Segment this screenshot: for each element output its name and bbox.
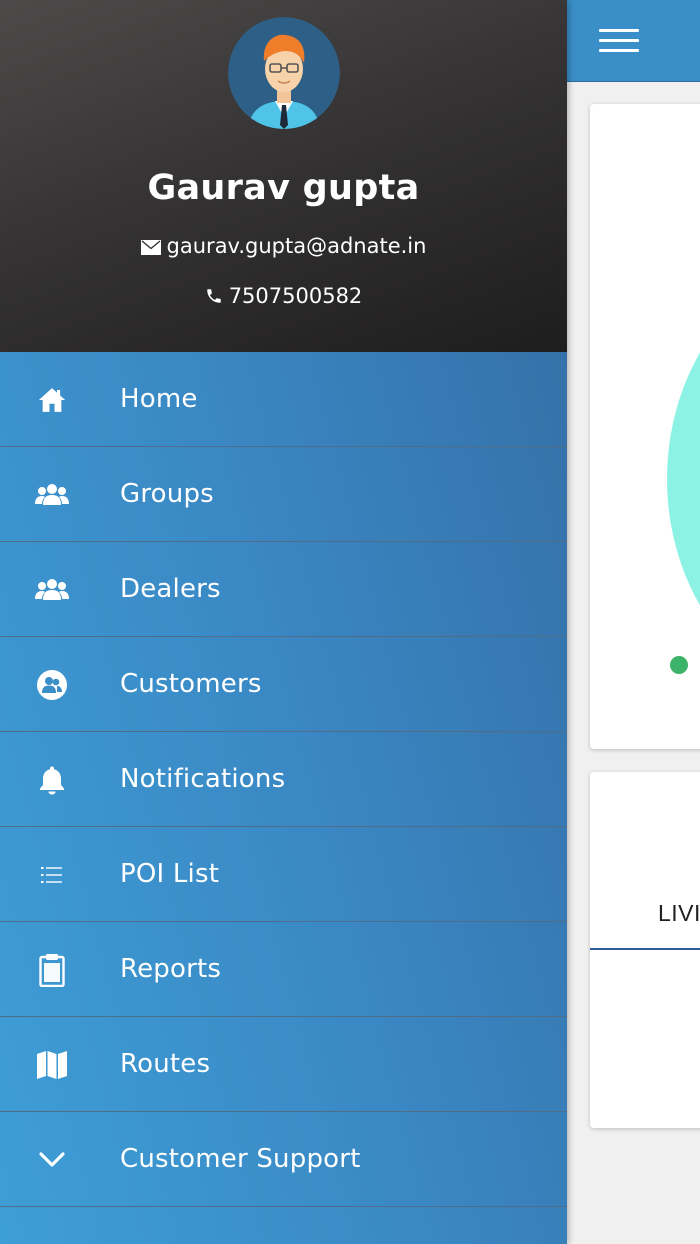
menu-item-customer-support[interactable]: Customer Support [0, 1112, 567, 1207]
profile-phone: 7507500582 [228, 284, 363, 308]
menu-label-groups: Groups [120, 479, 214, 509]
menu-item-poi-list[interactable]: POI List [0, 827, 567, 922]
chart-card [590, 104, 700, 749]
legend-dot [670, 656, 688, 674]
profile-header: Gaurav gupta gaurav.gupta@adnate.in 7507… [0, 0, 567, 352]
menu-label-reports: Reports [120, 954, 222, 984]
menu-item-dealers[interactable]: Dealers [0, 542, 567, 637]
bell-icon [34, 764, 70, 796]
menu-label-customers: Customers [120, 669, 262, 699]
dealers-icon [34, 574, 70, 606]
phone-icon [206, 289, 221, 303]
profile-phone-row: 7507500582 [0, 284, 567, 308]
list-icon [34, 859, 70, 891]
menu-hamburger-icon[interactable] [599, 28, 639, 54]
menu-item-groups[interactable]: Groups [0, 447, 567, 542]
background-app: LIVI [567, 0, 700, 1244]
avatar-illustration [228, 17, 340, 129]
clipboard-icon [34, 954, 70, 987]
donut-chart-slice [667, 249, 700, 709]
profile-email: gaurav.gupta@adnate.in [166, 234, 427, 258]
tab-underline [590, 948, 700, 950]
tab-live[interactable]: LIVI [658, 900, 700, 927]
menu-item-notifications[interactable]: Notifications [0, 732, 567, 827]
menu-label-routes: Routes [120, 1049, 211, 1079]
app-header [567, 0, 700, 82]
menu-label-dealers: Dealers [120, 574, 221, 604]
tabs-card: LIVI [590, 772, 700, 1128]
map-icon [34, 1049, 70, 1081]
profile-name: Gaurav gupta [147, 168, 420, 208]
avatar[interactable] [228, 17, 340, 129]
envelope-icon [140, 240, 161, 255]
menu-label-notifications: Notifications [120, 764, 286, 794]
profile-email-row: gaurav.gupta@adnate.in [0, 234, 567, 258]
menu-label-poi-list: POI List [120, 859, 220, 889]
customers-icon [34, 669, 70, 701]
menu-label-home: Home [120, 384, 198, 414]
menu-label-customer-support: Customer Support [120, 1144, 361, 1174]
menu-item-routes[interactable]: Routes [0, 1017, 567, 1112]
groups-icon [34, 479, 70, 511]
menu-item-reports[interactable]: Reports [0, 922, 567, 1017]
menu-item-home[interactable]: Home [0, 352, 567, 447]
navigation-drawer: Gaurav gupta gaurav.gupta@adnate.in 7507… [0, 0, 567, 1244]
drawer-menu: Home Groups Dealers Customers Notificati [0, 352, 567, 1244]
menu-item-partial[interactable] [0, 1207, 567, 1244]
chevron-down-icon [34, 1144, 70, 1176]
menu-item-customers[interactable]: Customers [0, 637, 567, 732]
home-icon [34, 384, 70, 416]
